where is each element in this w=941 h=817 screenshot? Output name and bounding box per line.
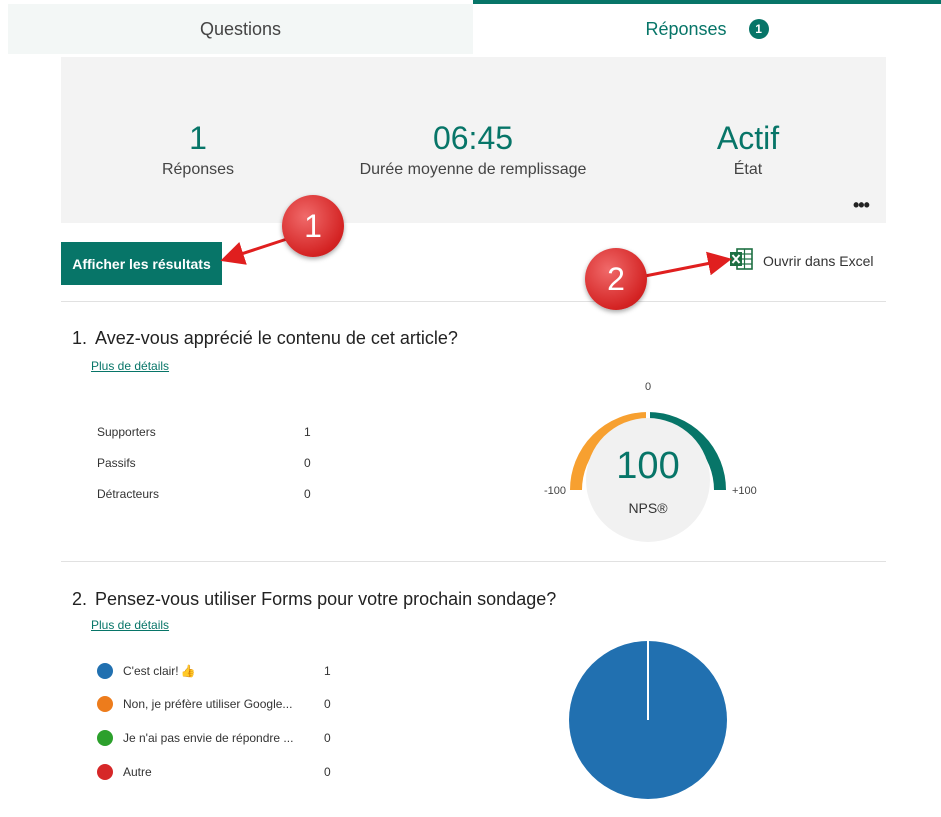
callout-1-badge: 1 xyxy=(282,195,344,257)
callout-2-arrow xyxy=(644,251,732,278)
callout-1-arrow xyxy=(220,236,291,265)
annotation-arrows xyxy=(220,236,732,278)
callout-2-badge: 2 xyxy=(585,248,647,310)
